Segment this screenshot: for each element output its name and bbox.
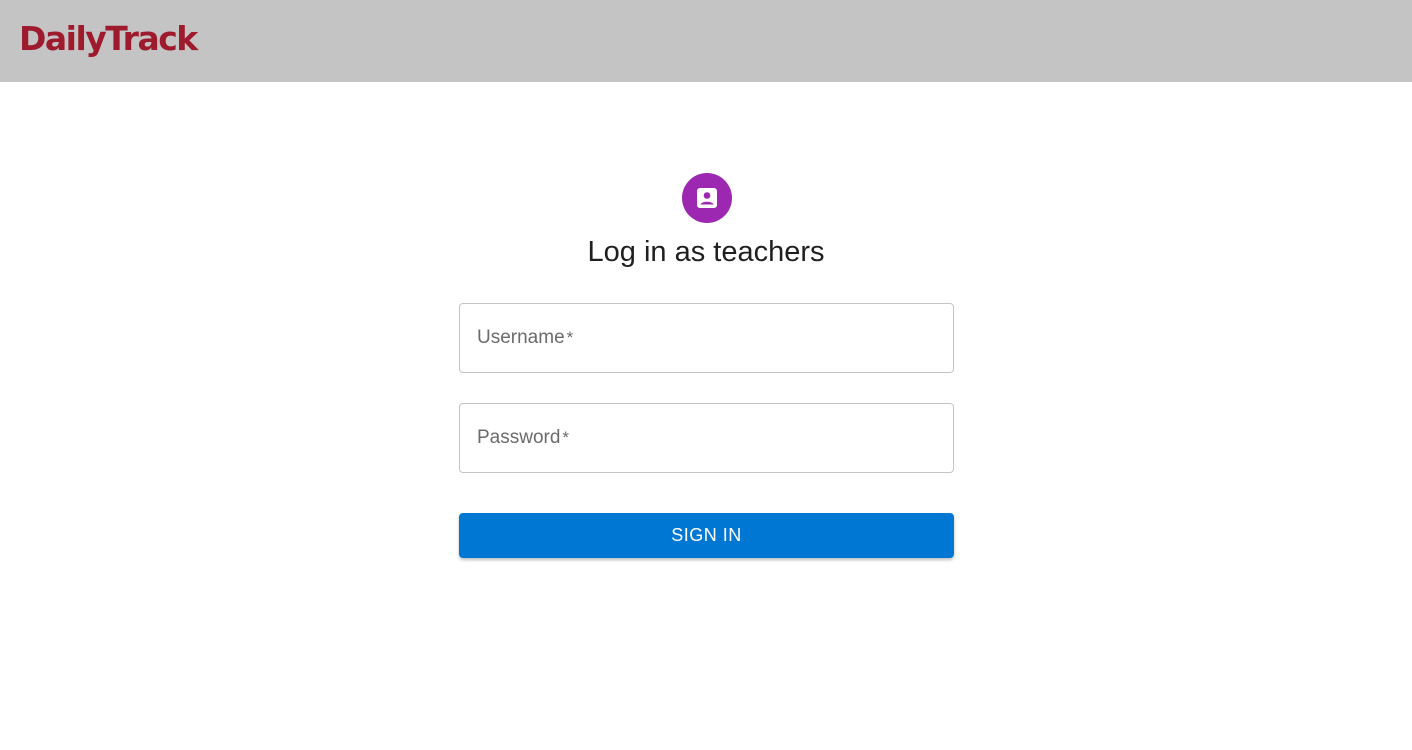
app-header: DailyTrack xyxy=(0,0,1412,82)
password-input[interactable] xyxy=(460,404,953,472)
password-field[interactable]: Password * xyxy=(459,403,954,473)
page-title: Log in as teachers xyxy=(587,236,825,268)
username-input[interactable] xyxy=(460,304,953,372)
username-field[interactable]: Username * xyxy=(459,303,954,373)
login-avatar xyxy=(682,173,732,223)
account-box-icon xyxy=(697,188,717,208)
app-logo[interactable]: DailyTrack xyxy=(19,18,198,60)
sign-in-button[interactable]: SIGN IN xyxy=(459,513,954,558)
